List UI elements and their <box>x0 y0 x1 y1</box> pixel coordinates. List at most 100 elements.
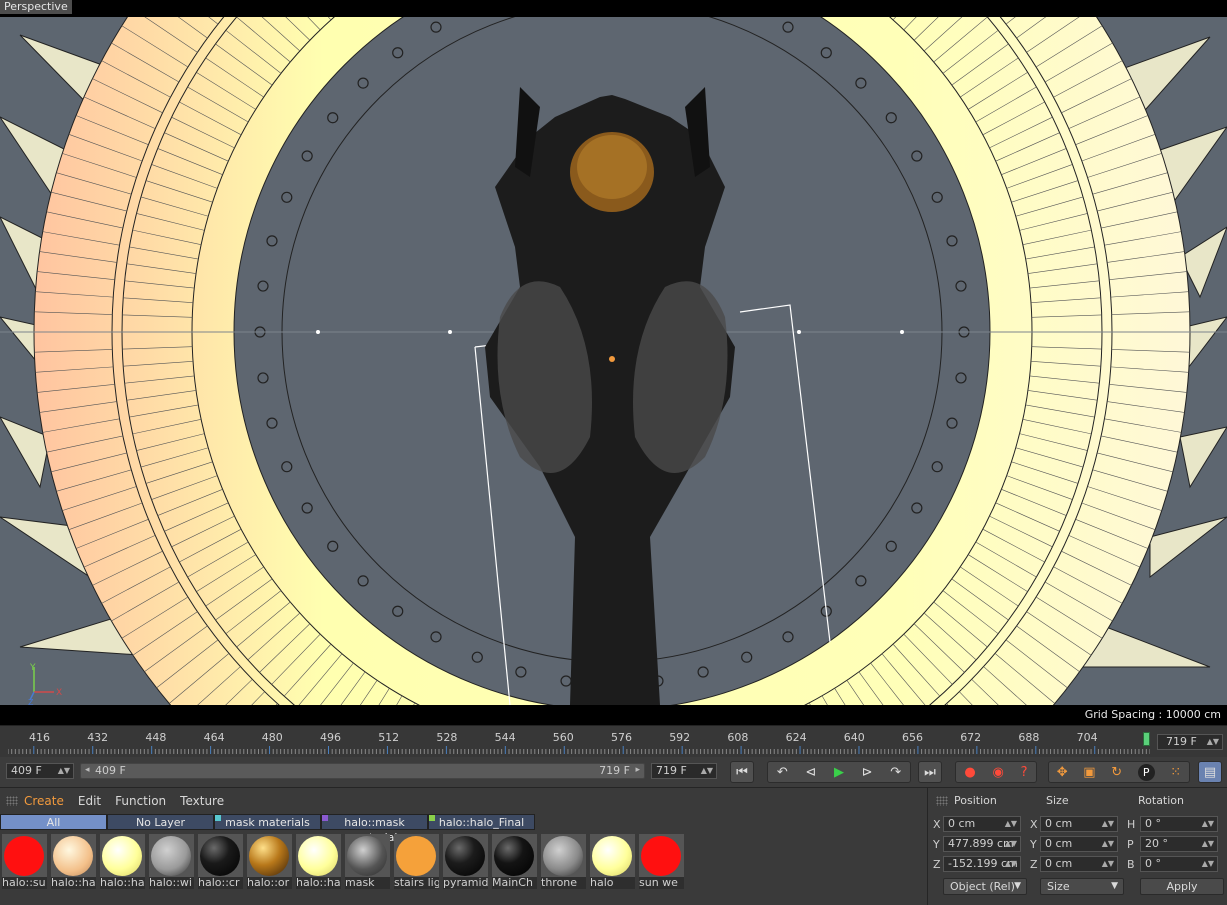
axis-x-label: X <box>56 688 62 698</box>
timeline-tick-label: 448 <box>145 731 167 744</box>
timeline-tick-label: 656 <box>902 731 923 744</box>
scale-key-icon[interactable]: ▣ <box>1083 765 1095 780</box>
size-mode-dropdown[interactable]: Size ▼ <box>1040 878 1124 895</box>
spin-arrows-icon[interactable]: ▲▼ <box>1005 837 1017 851</box>
layer-tab[interactable]: No Layer <box>107 814 214 830</box>
start-frame-field[interactable]: 409 F ▲▼ <box>6 763 74 779</box>
material-swatch[interactable]: throne <box>539 832 588 890</box>
material-swatch[interactable]: halo::ha <box>294 832 343 890</box>
layer-tab[interactable]: halo::mask material <box>321 814 428 844</box>
rotation-h-field[interactable]: 0 ° ▲▼ <box>1140 816 1218 832</box>
material-swatch[interactable]: halo::wi <box>147 832 196 890</box>
rotation-b-field[interactable]: 0 ° ▲▼ <box>1140 856 1218 872</box>
spin-arrows-icon[interactable]: ▲▼ <box>1005 857 1017 871</box>
size-mode-value: Size <box>1047 880 1070 893</box>
position-x-field[interactable]: 0 cm ▲▼ <box>943 816 1021 832</box>
material-swatch[interactable]: stairs lig <box>392 832 441 890</box>
spin-arrows-icon[interactable]: ▲▼ <box>1102 857 1114 871</box>
apply-button[interactable]: Apply <box>1140 878 1224 895</box>
material-swatch[interactable]: halo::or <box>245 832 294 890</box>
previous-key-icon[interactable]: ↶ <box>777 765 788 780</box>
frame-range-slider[interactable]: ◂ 409 F 719 F ▸ <box>80 763 645 779</box>
rotation-key-icon[interactable]: ↻ <box>1111 765 1122 780</box>
start-frame-value: 409 F <box>11 764 42 777</box>
layer-tab[interactable]: halo::halo_Final <box>428 814 535 830</box>
material-manager: Create Edit Function Texture All No Layer mas… <box>0 787 927 905</box>
size-z-field[interactable]: 0 cm ▲▼ <box>1040 856 1118 872</box>
material-label: halo::wi <box>149 877 194 889</box>
range-right-arrow-icon[interactable]: ▸ <box>635 765 640 775</box>
position-z-field[interactable]: -152.199 cm ▲▼ <box>943 856 1021 872</box>
spin-arrows-icon[interactable]: ▲▼ <box>1207 735 1219 749</box>
material-swatch[interactable]: halo::cr <box>196 832 245 890</box>
layer-tabs: All No Layer mask materials halo::mask mate… <box>0 814 535 844</box>
layer-tab[interactable]: All <box>0 814 107 830</box>
material-label: mask <box>345 877 390 889</box>
go-to-end-button[interactable]: ⏭ <box>918 761 942 783</box>
spin-arrows-icon[interactable]: ▲▼ <box>1005 817 1017 831</box>
spin-arrows-icon[interactable]: ▲▼ <box>1102 837 1114 851</box>
previous-frame-icon[interactable]: ⊲ <box>805 765 816 780</box>
chevron-down-icon: ▼ <box>1014 881 1021 891</box>
material-label: halo::ha <box>100 877 145 889</box>
material-swatch[interactable]: halo::ha <box>98 832 147 890</box>
material-swatch[interactable]: halo::su <box>0 832 49 890</box>
material-swatch[interactable]: mask <box>343 832 392 890</box>
timeline[interactable]: 416 432 448 464 480 496 512 528 544 560 576 592 608 6… <box>0 725 1227 757</box>
point-level-icon[interactable]: ⁙ <box>1170 765 1181 780</box>
menu-edit[interactable]: Edit <box>78 794 101 808</box>
keyframe-selection-icon[interactable]: ? <box>1021 765 1028 780</box>
timeline-tick-label: 640 <box>843 731 865 744</box>
current-frame-field[interactable]: 719 F ▲▼ <box>1157 734 1223 750</box>
auto-key-icon[interactable]: ◉ <box>993 765 1004 780</box>
layer-tab[interactable]: mask materials <box>214 814 321 830</box>
spin-arrows-icon[interactable]: ▲▼ <box>1102 817 1114 831</box>
viewport[interactable]: Perspective Y X Z Grid Spacing: 10000 c… <box>0 0 1227 725</box>
timeline-ruler[interactable] <box>8 746 1150 754</box>
spin-arrows-icon[interactable]: ▲▼ <box>1202 837 1214 851</box>
material-preview <box>149 834 194 878</box>
position-key-icon[interactable]: ✥ <box>1057 765 1068 780</box>
material-ball-icon <box>298 836 338 876</box>
rotation-p-field[interactable]: 20 ° ▲▼ <box>1140 836 1218 852</box>
scene-render[interactable]: Y X Z <box>0 17 1227 705</box>
timeline-playhead[interactable] <box>1143 732 1150 746</box>
rot-axis-label: P <box>1127 838 1134 851</box>
end-frame-field[interactable]: 719 F ▲▼ <box>651 763 717 779</box>
size-z-value: 0 cm <box>1045 857 1073 870</box>
spin-arrows-icon[interactable]: ▲▼ <box>701 764 713 778</box>
material-swatch[interactable]: halo <box>588 832 637 890</box>
layer-color-swatch <box>215 815 221 821</box>
menu-texture[interactable]: Texture <box>180 794 224 808</box>
material-swatch[interactable]: halo::ha <box>49 832 98 890</box>
next-frame-icon[interactable]: ⊳ <box>862 765 873 780</box>
panel-grip-icon[interactable] <box>936 796 948 806</box>
material-label: halo <box>590 877 635 889</box>
spin-arrows-icon[interactable]: ▲▼ <box>58 764 70 778</box>
timeline-window-button[interactable]: ▤ <box>1198 761 1222 783</box>
size-y-field[interactable]: 0 cm ▲▼ <box>1040 836 1118 852</box>
range-end-label: 719 F <box>599 764 630 777</box>
material-swatch[interactable]: MainCh <box>490 832 539 890</box>
position-y-field[interactable]: 477.899 cm ▲▼ <box>943 836 1021 852</box>
spin-arrows-icon[interactable]: ▲▼ <box>1202 857 1214 871</box>
coordinate-mode-dropdown[interactable]: Object (Rel) ▼ <box>943 878 1027 895</box>
material-swatch[interactable]: pyramid <box>441 832 490 890</box>
size-x-field[interactable]: 0 cm ▲▼ <box>1040 816 1118 832</box>
material-preview <box>492 834 537 878</box>
material-swatch[interactable]: sun we <box>637 832 686 890</box>
menu-create[interactable]: Create <box>24 794 64 808</box>
viewport-title[interactable]: Perspective <box>0 0 72 14</box>
range-left-arrow-icon[interactable]: ◂ <box>85 765 90 775</box>
go-to-start-button[interactable]: ⏮ <box>730 761 754 783</box>
rot-axis-label: H <box>1127 818 1136 831</box>
spin-arrows-icon[interactable]: ▲▼ <box>1202 817 1214 831</box>
material-menu: Create Edit Function Texture <box>0 792 224 810</box>
size-axis-label: X <box>1030 818 1038 831</box>
material-preview <box>247 834 292 878</box>
menu-function[interactable]: Function <box>115 794 166 808</box>
parameter-key-icon[interactable]: P <box>1137 763 1155 781</box>
record-key-icon[interactable]: ● <box>964 765 975 780</box>
next-key-icon[interactable]: ↷ <box>890 765 901 780</box>
play-icon[interactable]: ▶ <box>834 765 844 780</box>
